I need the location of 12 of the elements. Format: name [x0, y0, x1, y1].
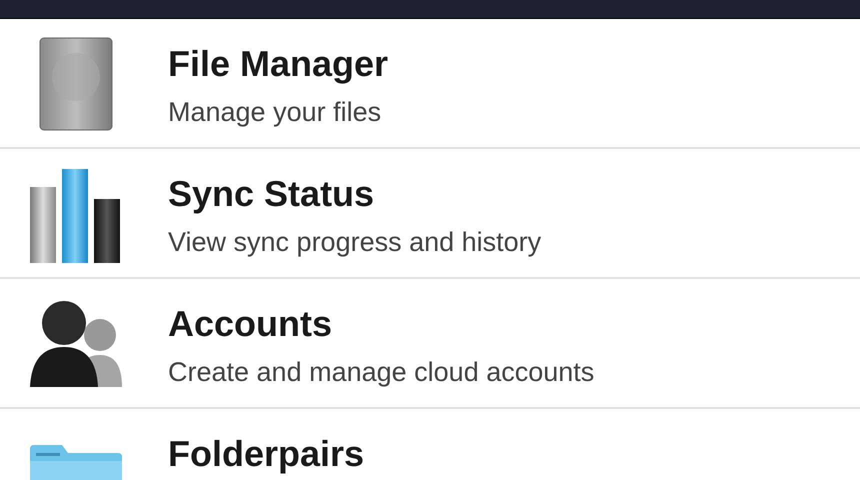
- menu-item[interactable]: Folderpairs: [0, 409, 860, 480]
- hard-drive-icon: [39, 37, 113, 131]
- item-title: Accounts: [168, 305, 334, 343]
- item-subtitle: Create and manage cloud accounts: [168, 357, 594, 387]
- item-subtitle: Manage your files: [168, 97, 382, 127]
- item-subtitle: View sync progress and history: [168, 227, 542, 257]
- item-title: Sync Status: [168, 175, 376, 213]
- item-title: File Manager: [168, 45, 388, 83]
- menu-item[interactable]: Accounts Create and manage cloud accounts: [0, 279, 860, 409]
- item-title: Folderpairs: [168, 435, 364, 473]
- menu-item[interactable]: File Manager Manage your files: [0, 19, 860, 149]
- menu-item[interactable]: Sync Status View sync progress and history: [0, 149, 860, 279]
